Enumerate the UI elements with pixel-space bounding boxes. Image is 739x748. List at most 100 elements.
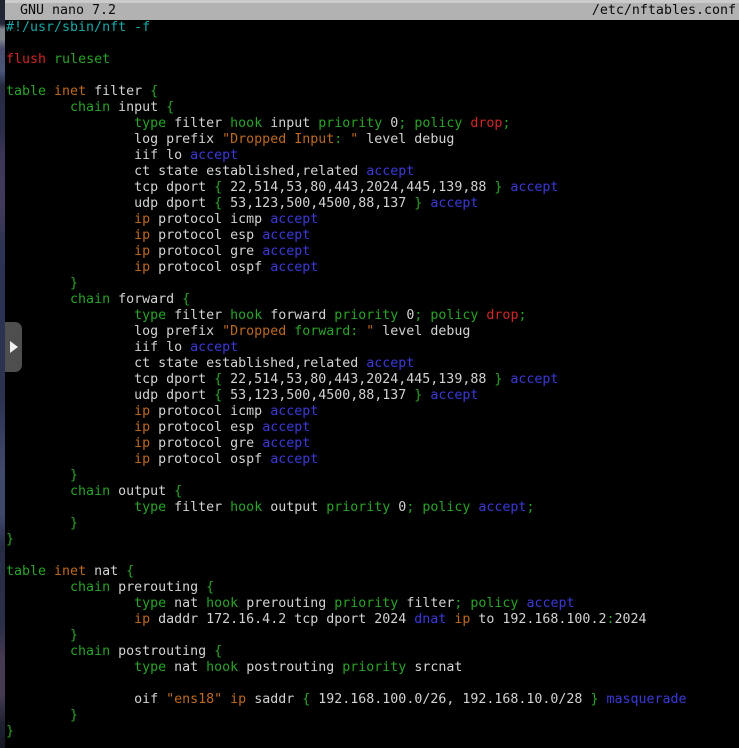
code-line[interactable]: type nat hook prerouting priority filter…	[6, 596, 739, 612]
code-token: priority	[334, 596, 398, 611]
code-line[interactable]: udp dport { 53,123,500,4500,88,137 } acc…	[6, 388, 739, 404]
code-line[interactable]: }	[6, 628, 739, 644]
code-token: accept	[430, 196, 478, 211]
code-token: accept	[526, 596, 574, 611]
code-token: table	[6, 564, 46, 579]
code-token: protocol ospf	[150, 260, 270, 275]
code-token	[6, 116, 134, 131]
code-token: ruleset	[54, 52, 110, 67]
code-token: }	[70, 516, 78, 531]
code-token: 0	[382, 116, 398, 131]
editor-area[interactable]: #!/usr/sbin/nft -f flush ruleset table ine…	[0, 20, 739, 748]
code-line[interactable]: ip daddr 172.16.4.2 tcp dport 2024 dnat …	[6, 612, 739, 628]
code-token	[46, 52, 54, 67]
code-line[interactable]: type filter hook forward priority 0; pol…	[6, 308, 739, 324]
code-line[interactable]: }	[6, 708, 739, 724]
code-line[interactable]: ip protocol icmp accept	[6, 404, 739, 420]
code-line[interactable]: type nat hook postrouting priority srcna…	[6, 660, 739, 676]
code-token	[6, 596, 134, 611]
code-token: 53,123,500,4500,88,137	[222, 388, 414, 403]
code-line[interactable]: chain forward {	[6, 292, 739, 308]
code-line[interactable]	[6, 676, 739, 692]
code-line[interactable]: ip protocol gre accept	[6, 244, 739, 260]
code-token: accept	[262, 436, 310, 451]
code-line[interactable]: ct state established,related accept	[6, 164, 739, 180]
code-token: }	[70, 628, 78, 643]
code-token: type	[134, 500, 166, 515]
code-line[interactable]: chain output {	[6, 484, 739, 500]
code-line[interactable]: ct state established,related accept	[6, 356, 739, 372]
code-token: input	[262, 116, 318, 131]
code-token: chain	[70, 644, 110, 659]
code-line[interactable]: log prefix "Dropped Input: " level debug	[6, 132, 739, 148]
panel-show-button[interactable]	[5, 322, 22, 372]
code-token: accept	[262, 244, 310, 259]
code-token: protocol ospf	[150, 452, 270, 467]
code-line[interactable]	[6, 68, 739, 84]
code-token	[6, 468, 70, 483]
code-token: filter	[166, 116, 230, 131]
code-line[interactable]: }	[6, 276, 739, 292]
code-line[interactable]: log prefix "Dropped forward: " level deb…	[6, 324, 739, 340]
code-line[interactable]: chain input {	[6, 100, 739, 116]
code-token: policy	[470, 596, 518, 611]
code-line[interactable]: chain prerouting {	[6, 580, 739, 596]
code-line[interactable]: ip protocol ospf accept	[6, 260, 739, 276]
code-token	[6, 308, 134, 323]
code-token: log prefix	[6, 132, 222, 147]
code-line[interactable]	[6, 36, 739, 52]
code-line[interactable]: ip protocol icmp accept	[6, 212, 739, 228]
code-line[interactable]: }	[6, 532, 739, 548]
code-token: ct state established,related	[6, 164, 366, 179]
code-line[interactable]: }	[6, 724, 739, 740]
code-line[interactable]: table inet nat {	[6, 564, 739, 580]
code-token: ;	[518, 308, 526, 323]
code-token: type	[134, 660, 166, 675]
code-token: masquerade	[606, 692, 686, 707]
code-line[interactable]: flush ruleset	[6, 52, 739, 68]
code-token: iif lo	[6, 148, 190, 163]
arrow-right-icon	[10, 341, 18, 353]
code-token: ;	[502, 116, 510, 131]
code-token: level debug	[374, 324, 470, 339]
code-token: 0	[390, 500, 406, 515]
code-line[interactable]: iif lo accept	[6, 340, 739, 356]
code-line[interactable]: }	[6, 468, 739, 484]
code-token: ip	[134, 452, 150, 467]
code-token: protocol gre	[150, 436, 262, 451]
code-line[interactable]: chain postrouting {	[6, 644, 739, 660]
code-token: type	[134, 596, 166, 611]
code-line[interactable]: oif "ens18" ip saddr { 192.168.100.0/26,…	[6, 692, 739, 708]
code-token: dnat	[414, 612, 446, 627]
code-line[interactable]	[6, 548, 739, 564]
code-line[interactable]: type filter hook input priority 0; polic…	[6, 116, 739, 132]
code-line[interactable]: }	[6, 516, 739, 532]
code-token: filter	[166, 500, 230, 515]
code-line[interactable]: ip protocol ospf accept	[6, 452, 739, 468]
code-line[interactable]: tcp dport { 22,514,53,80,443,2024,445,13…	[6, 180, 739, 196]
code-line[interactable]: ip protocol esp accept	[6, 228, 739, 244]
code-line[interactable]: ip protocol esp accept	[6, 420, 739, 436]
code-token: "Dropped	[222, 324, 294, 339]
code-line[interactable]: #!/usr/sbin/nft -f	[6, 20, 739, 36]
code-token: }	[70, 276, 78, 291]
code-token: priority	[326, 500, 390, 515]
code-line[interactable]: iif lo accept	[6, 148, 739, 164]
code-token: accept	[270, 212, 318, 227]
code-line[interactable]: table inet filter {	[6, 84, 739, 100]
code-token: ip	[134, 228, 150, 243]
code-token: 2024	[614, 612, 646, 627]
code-line[interactable]: type filter hook output priority 0; poli…	[6, 500, 739, 516]
code-token	[222, 692, 230, 707]
code-token: srcnat	[406, 660, 462, 675]
code-token: ip	[454, 612, 470, 627]
code-line[interactable]: ip protocol gre accept	[6, 436, 739, 452]
code-line[interactable]: tcp dport { 22,514,53,80,443,2024,445,13…	[6, 372, 739, 388]
code-token: ip	[134, 404, 150, 419]
code-token: {	[214, 196, 222, 211]
code-token: tcp dport	[6, 180, 214, 195]
code-token: ip	[134, 244, 150, 259]
code-token: 22,514,53,80,443,2024,445,139,88	[222, 372, 494, 387]
code-line[interactable]: udp dport { 53,123,500,4500,88,137 } acc…	[6, 196, 739, 212]
code-token: accept	[366, 356, 414, 371]
